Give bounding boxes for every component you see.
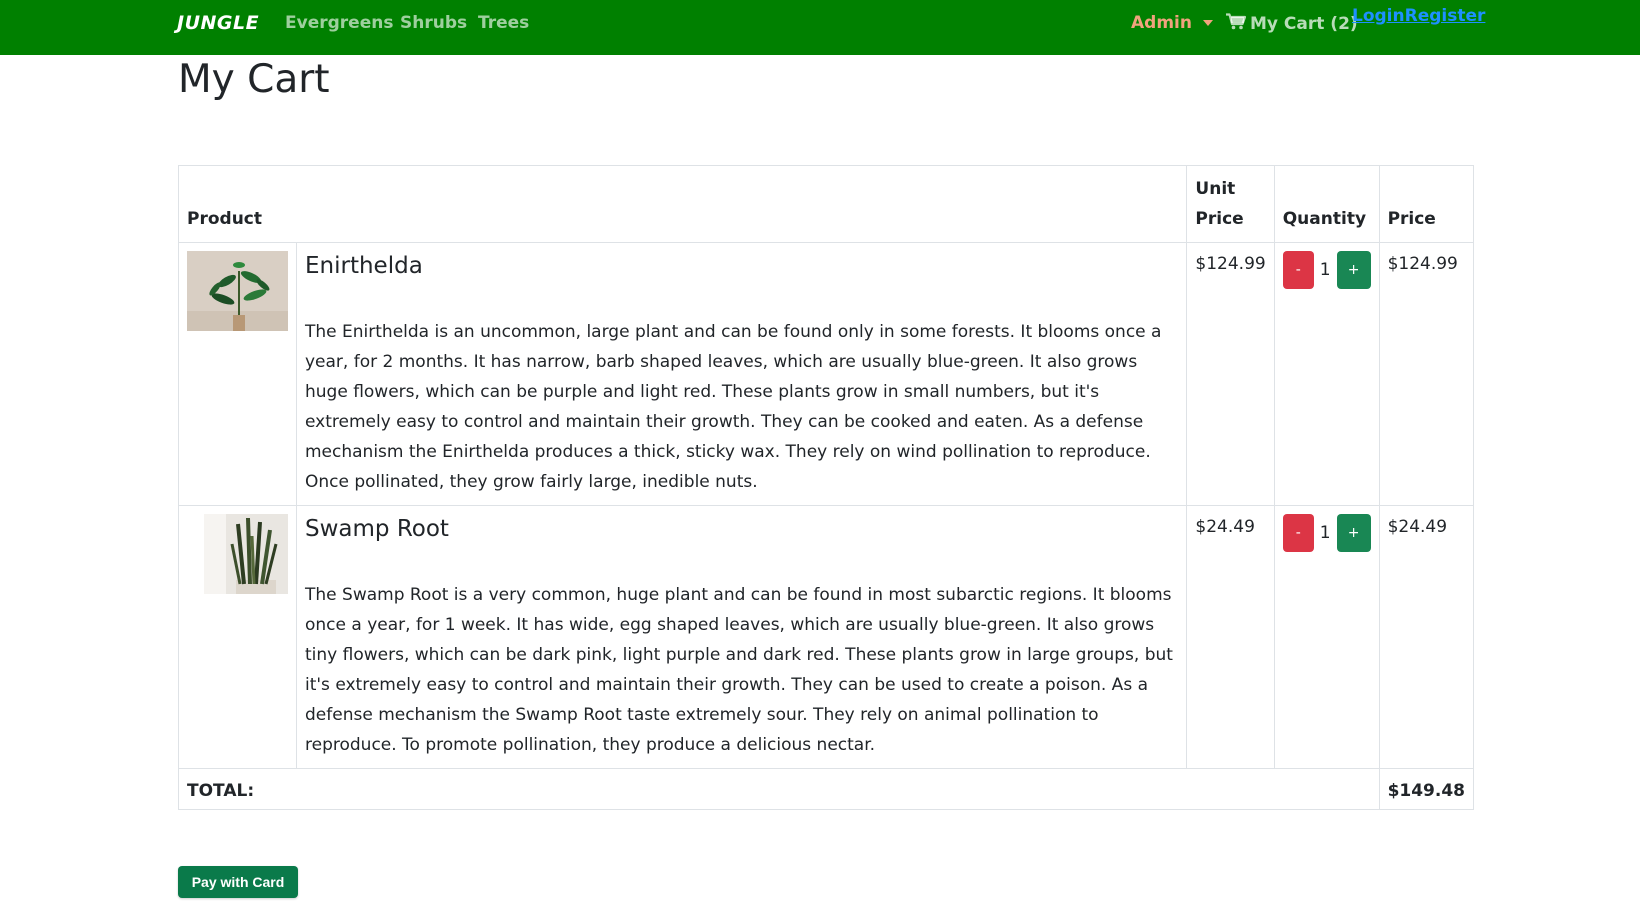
- caret-down-icon: [1202, 20, 1213, 26]
- navbar: JUNGLE Evergreens Shrubs Trees Admin My …: [0, 0, 1640, 55]
- login-link[interactable]: Login: [1352, 6, 1405, 26]
- quantity-cell: - 1 +: [1273, 505, 1380, 769]
- brand-logo[interactable]: JUNGLE: [177, 12, 259, 34]
- product-name: Swamp Root: [305, 516, 449, 542]
- cart-table: Product Unit Price Quantity Price Enirth…: [177, 165, 1475, 810]
- admin-label: Admin: [1131, 13, 1192, 33]
- quantity-value: 1: [1319, 523, 1331, 543]
- product-description: The Swamp Root is a very common, huge pl…: [305, 585, 1173, 755]
- my-cart-link[interactable]: My Cart (2): [1226, 13, 1358, 35]
- nav-link-shrubs[interactable]: Shrubs: [400, 13, 467, 33]
- table-header-row: Product Unit Price Quantity Price: [177, 165, 1475, 243]
- quantity-cell: - 1 +: [1273, 242, 1380, 506]
- my-cart-label: My Cart (2): [1250, 14, 1358, 34]
- admin-dropdown[interactable]: Admin: [1131, 13, 1213, 33]
- header-price: Price: [1378, 165, 1475, 243]
- header-product: Product: [177, 165, 1188, 243]
- nav-link-evergreens[interactable]: Evergreens: [285, 13, 393, 33]
- pay-with-card-button[interactable]: Pay with Card: [178, 866, 298, 898]
- page-title: My Cart: [178, 57, 330, 102]
- table-row: Swamp Root The Swamp Root is a very comm…: [178, 505, 1475, 769]
- total-value: $149.48: [1378, 768, 1475, 810]
- line-price: $24.49: [1378, 505, 1475, 769]
- quantity-value: 1: [1319, 260, 1331, 280]
- header-quantity: Quantity: [1273, 165, 1380, 243]
- auth-links: LoginRegister: [1352, 6, 1485, 26]
- product-image-cell: [178, 505, 297, 769]
- increase-quantity-button[interactable]: +: [1336, 251, 1371, 289]
- register-link[interactable]: Register: [1405, 6, 1486, 26]
- product-info-cell: Enirthelda The Enirthelda is an uncommon…: [295, 242, 1188, 506]
- decrease-quantity-button[interactable]: -: [1282, 251, 1314, 289]
- header-unit-price: Unit Price: [1186, 165, 1275, 243]
- total-label: TOTAL:: [178, 768, 1380, 810]
- product-info-cell: Swamp Root The Swamp Root is a very comm…: [295, 505, 1188, 769]
- increase-quantity-button[interactable]: +: [1336, 514, 1371, 552]
- table-row: Enirthelda The Enirthelda is an uncommon…: [178, 242, 1475, 506]
- product-name: Enirthelda: [305, 253, 423, 279]
- product-image-cell: [178, 242, 297, 506]
- quantity-stepper: - 1 +: [1282, 251, 1371, 289]
- snake-plant-photo-icon: [204, 514, 288, 594]
- shopping-cart-icon: [1226, 13, 1247, 35]
- line-price: $124.99: [1378, 242, 1475, 506]
- plant-photo-icon: [187, 251, 288, 331]
- total-row: TOTAL: $149.48: [178, 768, 1475, 810]
- unit-price: $24.49: [1186, 505, 1275, 769]
- product-description: The Enirthelda is an uncommon, large pla…: [305, 322, 1162, 492]
- nav-link-trees[interactable]: Trees: [478, 13, 529, 33]
- decrease-quantity-button[interactable]: -: [1282, 514, 1314, 552]
- unit-price: $124.99: [1186, 242, 1275, 506]
- quantity-stepper: - 1 +: [1282, 514, 1371, 552]
